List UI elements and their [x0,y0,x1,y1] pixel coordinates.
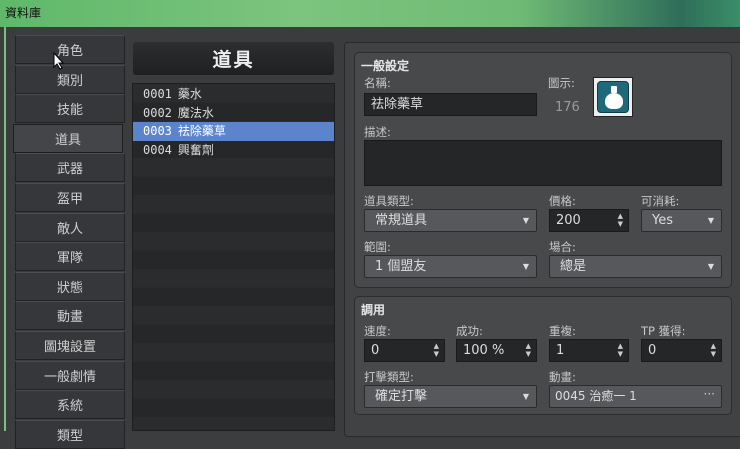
tp-gain-spinner[interactable]: 0 ▲ ▼ [641,339,722,362]
tab-3[interactable]: 技能 [15,94,125,124]
item-name: 祛除藥草 [177,124,226,138]
item-name: 藥水 [177,87,202,101]
tab-10[interactable]: 動畫 [15,301,125,331]
animation-label: 動畫: [549,370,576,384]
tab-1[interactable]: 角色 [15,35,125,64]
tp-gain-label: TP 獲得: [641,324,686,338]
tab-4[interactable]: 道具 [13,123,123,153]
item-name: 魔法水 [177,105,214,120]
consumable-value: Yes [652,213,673,228]
tab-5[interactable]: 武器 [15,153,125,183]
chevron-down-icon: ▼ [707,262,714,271]
tab-13[interactable]: 系統 [15,390,125,420]
tab-14[interactable]: 類型 [15,419,125,449]
item-type-select[interactable]: 常規道具 ▼ [364,209,537,232]
chevron-down-icon: ▼ [522,262,529,271]
item-type-label: 道具類型: [364,194,414,208]
icon-index: 176 [555,100,580,115]
mouse-cursor-icon [53,52,65,70]
spinner-arrows-icon[interactable]: ▲ ▼ [618,212,623,228]
animation-picker[interactable]: 0045 治癒一 1 ··· [549,385,722,408]
item-name: 興奮劑 [177,142,214,157]
tab-2[interactable]: 類別 [15,64,125,94]
success-label: 成功: [456,324,483,338]
name-input[interactable]: 祛除藥草 [364,93,537,116]
spinner-arrows-icon[interactable]: ▲ ▼ [526,342,531,358]
chevron-down-icon: ▼ [522,216,529,225]
more-icon[interactable]: ··· [704,384,715,405]
occasion-label: 場合: [549,240,576,254]
tab-11[interactable]: 圖塊設置 [15,331,125,360]
item-type-value: 常規道具 [375,213,428,228]
window-title: 資料庫 [5,6,42,20]
repeat-label: 重複: [549,324,576,338]
tab-6[interactable]: 盔甲 [15,183,125,212]
repeat-value: 1 [556,343,565,358]
tab-12[interactable]: 一般劇情 [15,360,125,390]
group-title: 一般設定 [361,59,410,73]
scope-value: 1 個盟友 [375,259,427,274]
speed-label: 速度: [364,324,391,338]
occasion-value: 總是 [560,259,587,274]
repeat-spinner[interactable]: 1 ▲ ▼ [549,339,629,362]
speed-value: 0 [371,343,380,358]
consumable-select[interactable]: Yes ▼ [641,209,722,232]
animation-value: 0045 治癒一 1 [555,389,637,403]
icon-picker[interactable] [593,77,633,117]
list-item[interactable]: 0004 興奮劑 [133,141,334,160]
item-id: 0004 [143,142,172,157]
chevron-down-icon: ▼ [707,216,714,225]
tp-gain-value: 0 [648,343,657,358]
success-spinner[interactable]: 100 % ▲ ▼ [456,339,537,362]
tab-9[interactable]: 狀態 [15,271,125,301]
hit-type-label: 打擊類型: [364,370,414,384]
item-list[interactable]: 0001 藥水 0002 魔法水 0003 祛除藥草 0004 興奮劑 [132,83,335,431]
spinner-arrows-icon[interactable]: ▲ ▼ [618,342,623,358]
potion-icon [597,81,629,113]
name-label: 名稱: [364,76,391,90]
list-item[interactable]: 0003 祛除藥草 [133,122,334,141]
icon-label: 圖示: [548,76,575,90]
tab-7[interactable]: 敵人 [15,212,125,242]
list-item[interactable]: 0002 魔法水 [133,104,334,123]
description-input[interactable] [364,140,722,186]
speed-spinner[interactable]: 0 ▲ ▼ [364,339,445,362]
price-value: 200 [556,213,581,228]
item-id: 0003 [143,124,172,138]
scope-select[interactable]: 1 個盟友 ▼ [364,255,537,278]
price-label: 價格: [549,194,576,208]
spinner-arrows-icon[interactable]: ▲ ▼ [711,342,716,358]
occasion-select[interactable]: 總是 ▼ [549,255,722,278]
chevron-down-icon: ▼ [522,392,529,401]
group-title: 調用 [361,303,386,317]
spinner-arrows-icon[interactable]: ▲ ▼ [434,342,439,358]
price-spinner[interactable]: 200 ▲ ▼ [549,209,629,232]
tab-8[interactable]: 軍隊 [15,242,125,272]
hit-type-value: 確定打擊 [375,389,428,404]
consumable-label: 可消耗: [641,194,680,208]
item-id: 0002 [143,105,172,120]
scope-label: 範圍: [364,240,391,254]
title-bar: 資料庫 [0,0,740,27]
description-label: 描述: [364,125,391,139]
list-header: 道具 [133,42,334,75]
list-item[interactable]: 0001 藥水 [133,85,334,104]
hit-type-select[interactable]: 確定打擊 ▼ [364,385,537,408]
success-value: 100 % [463,343,505,358]
item-id: 0001 [143,87,172,101]
